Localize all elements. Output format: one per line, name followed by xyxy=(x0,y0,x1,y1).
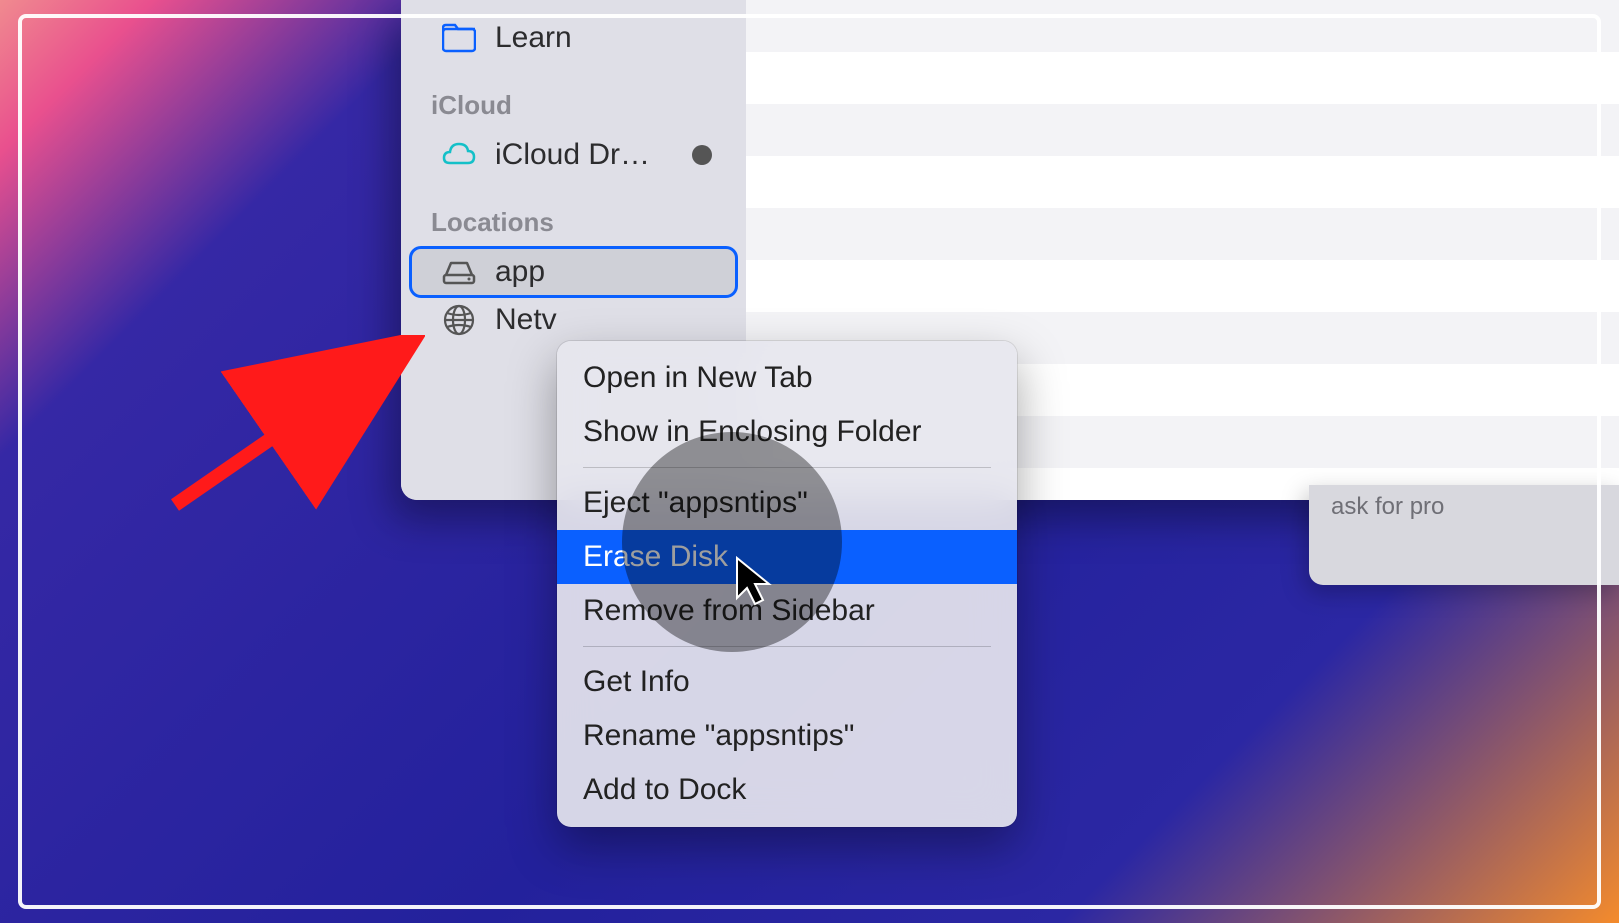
list-row xyxy=(746,156,1619,208)
menu-separator xyxy=(583,646,991,647)
clipped-panel-text: ask for pro xyxy=(1331,493,1444,520)
sidebar-item-label: Learn xyxy=(495,21,572,55)
context-menu: Open in New Tab Show in Enclosing Folder… xyxy=(557,341,1017,827)
menu-item-show-enclosing[interactable]: Show in Enclosing Folder xyxy=(557,405,1017,459)
sidebar-item-label: iCloud Dr… xyxy=(495,138,650,172)
sidebar-item-learn[interactable]: Learn xyxy=(411,14,736,62)
sidebar-item-label: app xyxy=(495,255,545,289)
menu-item-add-to-dock[interactable]: Add to Dock xyxy=(557,763,1017,817)
menu-item-get-info[interactable]: Get Info xyxy=(557,655,1017,709)
cloud-icon xyxy=(441,137,477,173)
folder-icon xyxy=(441,20,477,56)
sidebar-section-locations: Locations xyxy=(401,179,746,248)
menu-item-rename[interactable]: Rename "appsntips" xyxy=(557,709,1017,763)
menu-separator xyxy=(583,467,991,468)
sidebar-item-label: Netv xyxy=(495,303,557,337)
list-row xyxy=(746,104,1619,156)
menu-item-remove-sidebar[interactable]: Remove from Sidebar xyxy=(557,584,1017,638)
list-row xyxy=(746,0,1619,52)
menu-item-eject[interactable]: Eject "appsntips" xyxy=(557,476,1017,530)
network-globe-icon xyxy=(441,302,477,338)
sync-status-dot xyxy=(692,145,712,165)
list-row xyxy=(746,208,1619,260)
external-disk-icon xyxy=(441,254,477,290)
sidebar-item-disk-appsntips[interactable]: app xyxy=(411,248,736,296)
list-row xyxy=(746,260,1619,312)
clipped-panel: ask for pro xyxy=(1309,485,1619,585)
list-row xyxy=(746,52,1619,104)
menu-item-erase-disk[interactable]: Erase Disk xyxy=(557,530,1017,584)
menu-item-open-new-tab[interactable]: Open in New Tab xyxy=(557,351,1017,405)
sidebar-section-icloud: iCloud xyxy=(401,62,746,131)
sidebar-item-network[interactable]: Netv xyxy=(411,296,736,344)
sidebar-item-icloud-drive[interactable]: iCloud Dr… xyxy=(411,131,736,179)
